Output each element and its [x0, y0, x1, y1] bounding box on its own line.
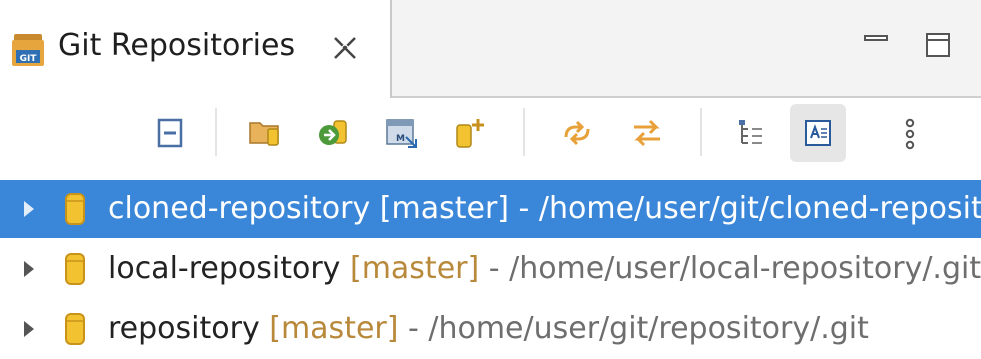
add-existing-repository-button[interactable]: [236, 104, 292, 162]
repository-name: repository: [108, 311, 260, 346]
collapse-all-button[interactable]: [142, 104, 198, 162]
tree-item-cloned-repository[interactable]: cloned-repository [master] - /home/user/…: [0, 180, 981, 238]
show-details-button[interactable]: [790, 104, 846, 162]
close-icon[interactable]: [330, 33, 360, 63]
import-projects-icon: M: [386, 119, 417, 148]
view-menu-button[interactable]: [882, 104, 938, 162]
repository-name: cloned-repository: [108, 191, 371, 226]
repository-path: - /home/user/local-repository/.git: [479, 251, 981, 286]
link-with-selection-button[interactable]: [618, 104, 674, 162]
toolbar-separator: [700, 108, 702, 156]
git-repositories-icon: GIT: [12, 34, 44, 66]
branch-label: [master]: [269, 311, 399, 346]
show-details-icon: [805, 120, 831, 146]
view-menu-icon: [905, 118, 915, 150]
expand-arrow-icon[interactable]: [22, 199, 36, 219]
view-tab-bar: GIT Git Repositories: [0, 0, 981, 98]
repository-icon: [65, 313, 85, 345]
svg-text:M: M: [396, 134, 405, 144]
refresh-icon: [564, 120, 590, 146]
maximize-icon[interactable]: [923, 30, 953, 60]
toolbar-separator: [523, 108, 525, 156]
tree-item-repository[interactable]: repository [master] - /home/user/git/rep…: [0, 300, 981, 358]
tree-item-local-repository[interactable]: local-repository [master] - /home/user/l…: [0, 240, 981, 298]
repository-name: local-repository: [108, 251, 341, 286]
expand-arrow-icon[interactable]: [22, 259, 36, 279]
import-projects-button[interactable]: M: [372, 104, 428, 162]
refresh-button[interactable]: [548, 104, 604, 162]
collapse-all-icon: [157, 118, 183, 148]
add-existing-repository-icon: [249, 122, 279, 146]
repository-icon: [65, 253, 85, 285]
toolbar-separator: [215, 108, 217, 156]
svg-text:GIT: GIT: [20, 54, 38, 64]
branch-label: [master]: [379, 191, 509, 226]
repository-path: - /home/user/git/repository/.git: [398, 311, 869, 346]
link-with-selection-icon: [634, 119, 660, 147]
view-toolbar: M: [0, 98, 981, 176]
branch-label: [master]: [349, 251, 480, 286]
create-repository-icon: [456, 119, 484, 148]
hierarchical-layout-button[interactable]: [724, 104, 780, 162]
view-title: Git Repositories: [58, 28, 296, 63]
clone-repository-button[interactable]: [304, 104, 360, 162]
expand-arrow-icon[interactable]: [22, 319, 36, 339]
repository-icon: [65, 193, 85, 225]
create-repository-button[interactable]: [440, 104, 496, 162]
repository-path: - /home/user/git/cloned-repository/.git: [518, 191, 981, 226]
clone-repository-icon: [319, 120, 347, 145]
git-repositories-tab[interactable]: GIT Git Repositories: [0, 0, 392, 98]
hierarchical-layout-icon: [739, 120, 762, 144]
minimize-icon[interactable]: [861, 30, 891, 60]
